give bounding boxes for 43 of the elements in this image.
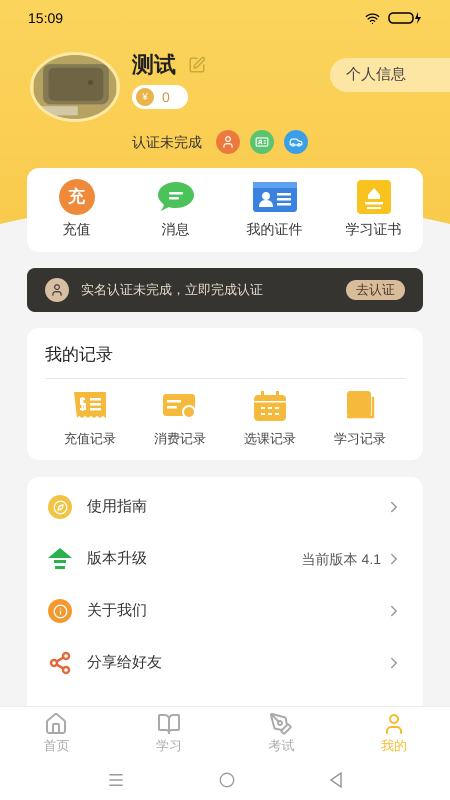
personal-info-button[interactable]: 个人信息 [330,58,450,92]
user-name: 测试 [132,51,176,79]
quick-action[interactable]: 我的证件 [225,168,324,252]
calendar-icon [254,390,286,420]
home-icon [44,712,68,736]
compass-icon [48,495,72,519]
menu-icon[interactable] [107,771,125,789]
record-item[interactable]: 消费记录 [135,390,225,448]
book-icon [345,390,375,420]
menu-item[interactable]: 版本升级 当前版本 4.1 [27,533,423,585]
quick-action[interactable]: 学习证书 [324,168,423,252]
id-card-icon [252,182,296,212]
bill-icon [163,392,197,420]
info-icon [48,599,72,623]
home-button-icon[interactable] [219,772,235,788]
status-time: 15:09 [28,8,64,28]
pen-icon [269,712,294,736]
record-item[interactable]: 选课记录 [225,390,315,448]
share-icon [48,651,72,675]
quick-action[interactable]: 充 充值 [27,168,126,252]
book-icon [156,712,181,736]
coin-count: 0 [162,88,170,106]
section-title: 我的记录 [45,342,405,378]
back-icon[interactable] [329,772,343,788]
quick-action[interactable]: 消息 [126,168,225,252]
record-item[interactable]: 充值记录 [45,390,135,448]
upgrade-arrow-icon [48,548,72,570]
receipt-icon [74,392,106,420]
menu-item[interactable]: 使用指南 [27,481,423,533]
battery-icon [388,12,422,24]
record-item[interactable]: 学习记录 [315,390,405,448]
version-text: 当前版本 4.1 [302,550,381,568]
wifi-icon [365,10,380,26]
verify-button[interactable]: 去认证 [346,280,405,300]
coin-icon: ¥ [136,88,154,106]
badge-icon: 充 [58,179,94,215]
menu-item[interactable]: 分享给好友 [27,637,423,689]
verify-status: 认证未完成 [132,132,202,152]
menu-item[interactable]: 关于我们 [27,585,423,637]
edit-icon[interactable] [188,56,206,74]
avatar-icon [45,278,69,302]
banner-text: 实名认证未完成，立即完成认证 [81,281,264,300]
certificate-icon [356,180,390,214]
